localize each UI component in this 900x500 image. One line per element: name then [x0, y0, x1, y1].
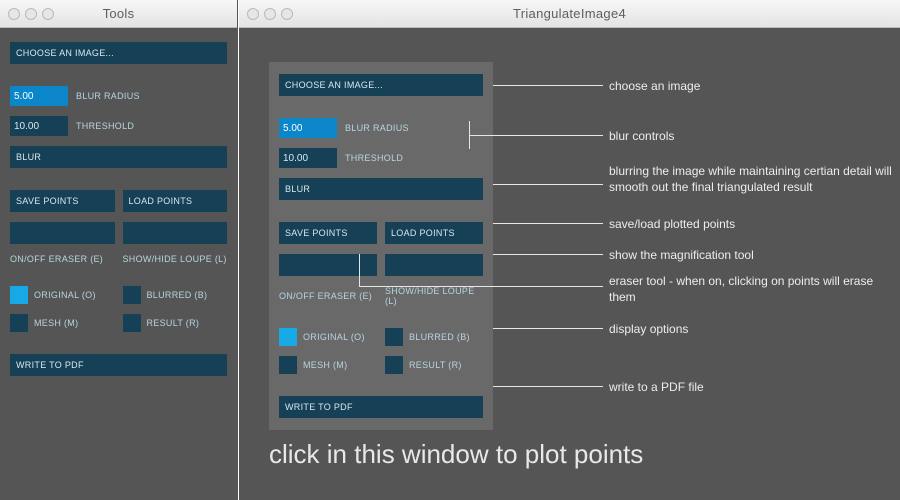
result-checkbox[interactable]: [385, 356, 403, 374]
blur-radius-field: BLUR RADIUS: [10, 86, 227, 106]
loupe-label: SHOW/HIDE LOUPE (L): [385, 286, 483, 306]
save-load-row: SAVE POINTS LOAD POINTS: [10, 190, 227, 212]
result-label: RESULT (R): [409, 360, 462, 370]
loupe-label: SHOW/HIDE LOUPE (L): [123, 254, 228, 264]
ann-blur-controls: blur controls: [609, 128, 674, 144]
loupe-button[interactable]: [385, 254, 483, 276]
leader-line: [359, 286, 603, 287]
leader-line: [493, 386, 603, 387]
eraser-loupe-btn-row: [279, 254, 483, 276]
display-row-1: ORIGINAL (O) BLURRED (B): [279, 328, 483, 346]
choose-image-button[interactable]: CHOOSE AN IMAGE...: [279, 74, 483, 96]
ann-loupe: show the magnification tool: [609, 247, 754, 263]
load-points-button[interactable]: LOAD POINTS: [123, 190, 228, 212]
inner-panel: CHOOSE AN IMAGE... BLUR RADIUS THRESHOLD…: [269, 62, 493, 430]
display-row-2: MESH (M) RESULT (R): [10, 314, 227, 332]
threshold-field: THRESHOLD: [10, 116, 227, 136]
result-checkbox[interactable]: [123, 314, 141, 332]
display-row-1: ORIGINAL (O) BLURRED (B): [10, 286, 227, 304]
main-titlebar: TriangulateImage4: [239, 0, 900, 28]
leader-line: [359, 254, 360, 286]
save-points-button[interactable]: SAVE POINTS: [10, 190, 115, 212]
threshold-label: THRESHOLD: [345, 153, 403, 163]
threshold-label: THRESHOLD: [76, 121, 134, 131]
ann-pdf: write to a PDF file: [609, 379, 704, 395]
blur-button[interactable]: BLUR: [279, 178, 483, 200]
original-label: ORIGINAL (O): [34, 290, 96, 300]
leader-line: [493, 85, 603, 86]
main-window: TriangulateImage4 CHOOSE AN IMAGE... BLU…: [239, 0, 900, 500]
tools-titlebar: Tools: [0, 0, 237, 28]
display-row-2: MESH (M) RESULT (R): [279, 356, 483, 374]
mesh-checkbox[interactable]: [279, 356, 297, 374]
eraser-button[interactable]: [10, 222, 115, 244]
save-points-button[interactable]: SAVE POINTS: [279, 222, 377, 244]
choose-image-button[interactable]: CHOOSE AN IMAGE...: [10, 42, 227, 64]
original-checkbox[interactable]: [10, 286, 28, 304]
blurred-checkbox[interactable]: [385, 328, 403, 346]
blurred-label: BLURRED (B): [147, 290, 208, 300]
eraser-loupe-btn-row: [10, 222, 227, 244]
blur-radius-input[interactable]: [10, 86, 68, 106]
original-label: ORIGINAL (O): [303, 332, 365, 342]
tools-body: CHOOSE AN IMAGE... BLUR RADIUS THRESHOLD…: [0, 28, 237, 500]
ann-display: display options: [609, 321, 688, 337]
mesh-checkbox[interactable]: [10, 314, 28, 332]
instruction-text: click in this window to plot points: [269, 439, 643, 470]
threshold-input[interactable]: [10, 116, 68, 136]
loupe-button[interactable]: [123, 222, 228, 244]
leader-line: [493, 184, 603, 185]
threshold-input[interactable]: [279, 148, 337, 168]
blur-radius-field: BLUR RADIUS: [279, 118, 483, 138]
leader-line: [493, 223, 603, 224]
blurred-label: BLURRED (B): [409, 332, 470, 342]
ann-choose: choose an image: [609, 78, 700, 94]
tools-title: Tools: [0, 6, 237, 21]
tools-window: Tools CHOOSE AN IMAGE... BLUR RADIUS THR…: [0, 0, 238, 500]
blurred-checkbox[interactable]: [123, 286, 141, 304]
ann-eraser: eraser tool - when on, clicking on point…: [609, 273, 900, 305]
main-body[interactable]: CHOOSE AN IMAGE... BLUR RADIUS THRESHOLD…: [239, 28, 900, 500]
load-points-button[interactable]: LOAD POINTS: [385, 222, 483, 244]
eraser-button[interactable]: [279, 254, 377, 276]
threshold-field: THRESHOLD: [279, 148, 483, 168]
leader-line: [493, 328, 603, 329]
mesh-label: MESH (M): [34, 318, 78, 328]
eraser-loupe-lbl-row: ON/OFF ERASER (E) SHOW/HIDE LOUPE (L): [279, 286, 483, 306]
write-pdf-button[interactable]: WRITE TO PDF: [279, 396, 483, 418]
eraser-label: ON/OFF ERASER (E): [10, 254, 115, 264]
leader-line: [469, 135, 603, 136]
save-load-row: SAVE POINTS LOAD POINTS: [279, 222, 483, 244]
eraser-label: ON/OFF ERASER (E): [279, 291, 377, 301]
eraser-loupe-lbl-row: ON/OFF ERASER (E) SHOW/HIDE LOUPE (L): [10, 254, 227, 264]
ann-blur-desc: blurring the image while maintaining cer…: [609, 163, 900, 195]
original-checkbox[interactable]: [279, 328, 297, 346]
result-label: RESULT (R): [147, 318, 200, 328]
blur-button[interactable]: BLUR: [10, 146, 227, 168]
write-pdf-button[interactable]: WRITE TO PDF: [10, 354, 227, 376]
main-title: TriangulateImage4: [239, 6, 900, 21]
blur-radius-input[interactable]: [279, 118, 337, 138]
blur-radius-label: BLUR RADIUS: [76, 91, 140, 101]
ann-save-load: save/load plotted points: [609, 216, 735, 232]
mesh-label: MESH (M): [303, 360, 347, 370]
blur-radius-label: BLUR RADIUS: [345, 123, 409, 133]
leader-line: [493, 254, 603, 255]
